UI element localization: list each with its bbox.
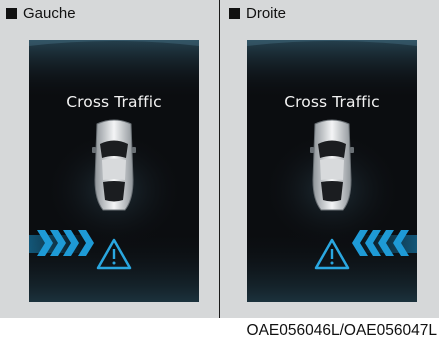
cluster-graphic-left	[29, 40, 199, 302]
panel-label-right-text: Droite	[246, 4, 287, 22]
square-bullet-icon	[6, 7, 17, 19]
panel-label-left-text: Gauche	[23, 4, 76, 22]
car-top-view-icon	[310, 119, 354, 211]
screen-title-right: Cross Traffic	[284, 93, 380, 111]
panel-divider	[219, 0, 220, 318]
cluster-graphic-right	[247, 40, 417, 302]
panel-label-right: Droite	[229, 4, 286, 22]
cluster-screen-left: Cross Traffic	[29, 40, 199, 302]
screen-title-left: Cross Traffic	[66, 93, 162, 111]
figure-reference-code: OAE056046L/OAE056047L	[246, 322, 437, 339]
panel-label-left: Gauche	[6, 4, 76, 22]
car-top-view-icon	[92, 119, 136, 211]
cluster-screen-right: Cross Traffic	[247, 40, 417, 302]
square-bullet-icon	[229, 7, 240, 19]
